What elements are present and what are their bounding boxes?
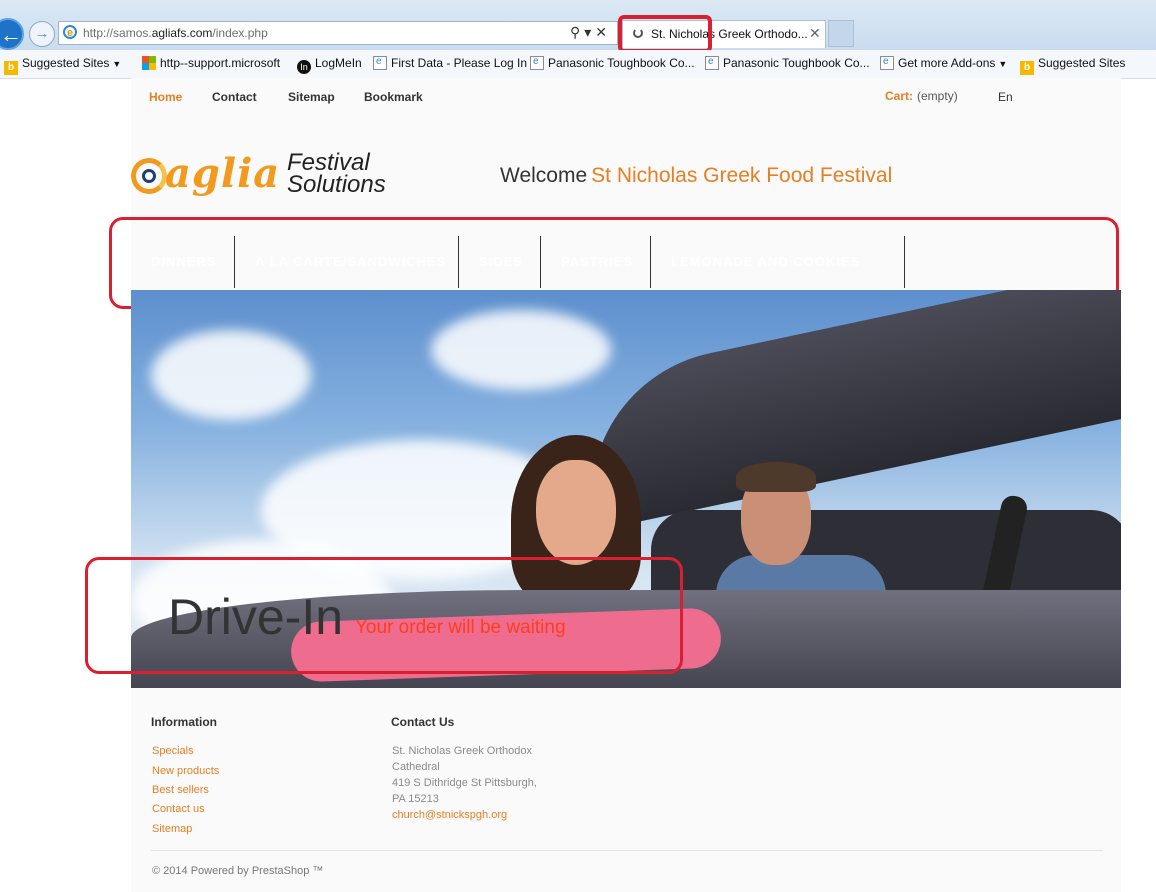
bing-icon: b: [4, 61, 18, 75]
annotation-highlight-tab: [618, 15, 712, 53]
site-footer: Information Specials New products Best s…: [131, 688, 1121, 892]
footer-link-new-products[interactable]: New products: [152, 765, 219, 777]
address-bar[interactable]: e http://samos.agliafs.com/index.php ⚲▾✕: [58, 21, 618, 45]
footer-link-best-sellers[interactable]: Best sellers: [152, 784, 209, 796]
copyright-text: © 2014 Powered by PrestaShop ™: [152, 865, 324, 877]
top-navigation: Home Contact Sitemap Bookmark: [131, 78, 1121, 116]
bing-icon: b: [1020, 61, 1034, 75]
new-tab-button[interactable]: [828, 20, 854, 47]
driver-hair: [736, 462, 816, 492]
forward-button[interactable]: →: [29, 21, 55, 47]
nav-sitemap[interactable]: Sitemap: [288, 90, 335, 104]
cart-value: (empty): [917, 89, 958, 103]
page-icon: [530, 56, 544, 70]
welcome-heading: Welcome St Nicholas Greek Food Festival: [500, 164, 893, 187]
logmein-icon: In: [297, 60, 311, 74]
footer-contact-heading: Contact Us: [391, 715, 455, 729]
chevron-down-icon: ▼: [998, 59, 1008, 69]
footer-link-sitemap[interactable]: Sitemap: [152, 823, 192, 835]
favorites-bar: b Suggested Sites ▼ http--support.microsof…: [0, 50, 1156, 79]
passenger-face: [536, 460, 616, 565]
logo-wordmark: aglia: [165, 150, 281, 197]
footer-link-contact-us[interactable]: Contact us: [152, 803, 205, 815]
contact-address-line: 419 S Dithridge St Pittsburgh,: [392, 777, 537, 789]
microsoft-icon: [142, 56, 156, 70]
favorite-addons[interactable]: Get more Add-ons▼: [880, 56, 1007, 70]
site-logo[interactable]: aglia Festival Solutions: [131, 150, 391, 210]
search-icon[interactable]: ⚲▾✕: [570, 24, 611, 41]
page-icon: [373, 56, 387, 70]
close-tab-icon[interactable]: ✕: [809, 25, 821, 42]
chevron-down-icon: ▼: [112, 59, 122, 69]
car-roof: [563, 290, 1121, 532]
favorite-suggested-sites[interactable]: b Suggested Sites ▼: [4, 56, 121, 75]
contact-email-link[interactable]: church@stnickspgh.org: [392, 809, 507, 821]
contact-address-line: PA 15213: [392, 793, 439, 805]
footer-divider: [151, 850, 1103, 851]
favorite-panasonic-1[interactable]: Panasonic Toughbook Co...: [530, 56, 695, 70]
footer-link-specials[interactable]: Specials: [152, 745, 194, 757]
cart-label: Cart:: [885, 89, 914, 103]
favorite-logmein[interactable]: In LogMeIn: [297, 56, 362, 74]
cloud-shape: [431, 310, 611, 390]
url-text: http://samos.agliafs.com/index.php: [83, 26, 268, 40]
favorite-microsoft-support[interactable]: http--support.microsoft: [142, 56, 280, 70]
nav-bookmark[interactable]: Bookmark: [364, 90, 423, 104]
cart-summary[interactable]: Cart: (empty): [885, 89, 958, 103]
cloud-shape: [151, 330, 311, 420]
nav-contact[interactable]: Contact: [212, 90, 257, 104]
page-icon: [880, 56, 894, 70]
footer-information-heading: Information: [151, 715, 217, 729]
contact-address-line: Cathedral: [392, 761, 440, 773]
nav-home[interactable]: Home: [149, 90, 182, 104]
festival-name: St Nicholas Greek Food Festival: [591, 164, 893, 187]
favorite-first-data[interactable]: First Data - Please Log In: [373, 56, 527, 70]
browser-toolbar: ← → e http://samos.agliafs.com/index.php…: [0, 0, 1156, 50]
contact-address-line: St. Nicholas Greek Orthodox: [392, 745, 533, 757]
page-icon: [705, 56, 719, 70]
logo-mark-icon: [131, 158, 167, 194]
favorite-suggested-sites-2[interactable]: b Suggested Sites: [1020, 56, 1125, 75]
logo-tagline-line2: Solutions: [287, 171, 386, 198]
back-button[interactable]: ←: [0, 18, 24, 50]
language-selector[interactable]: En: [998, 90, 1013, 104]
favorite-panasonic-2[interactable]: Panasonic Toughbook Co...: [705, 56, 870, 70]
ie-icon: e: [63, 25, 77, 39]
annotation-highlight-hero: [85, 557, 683, 674]
